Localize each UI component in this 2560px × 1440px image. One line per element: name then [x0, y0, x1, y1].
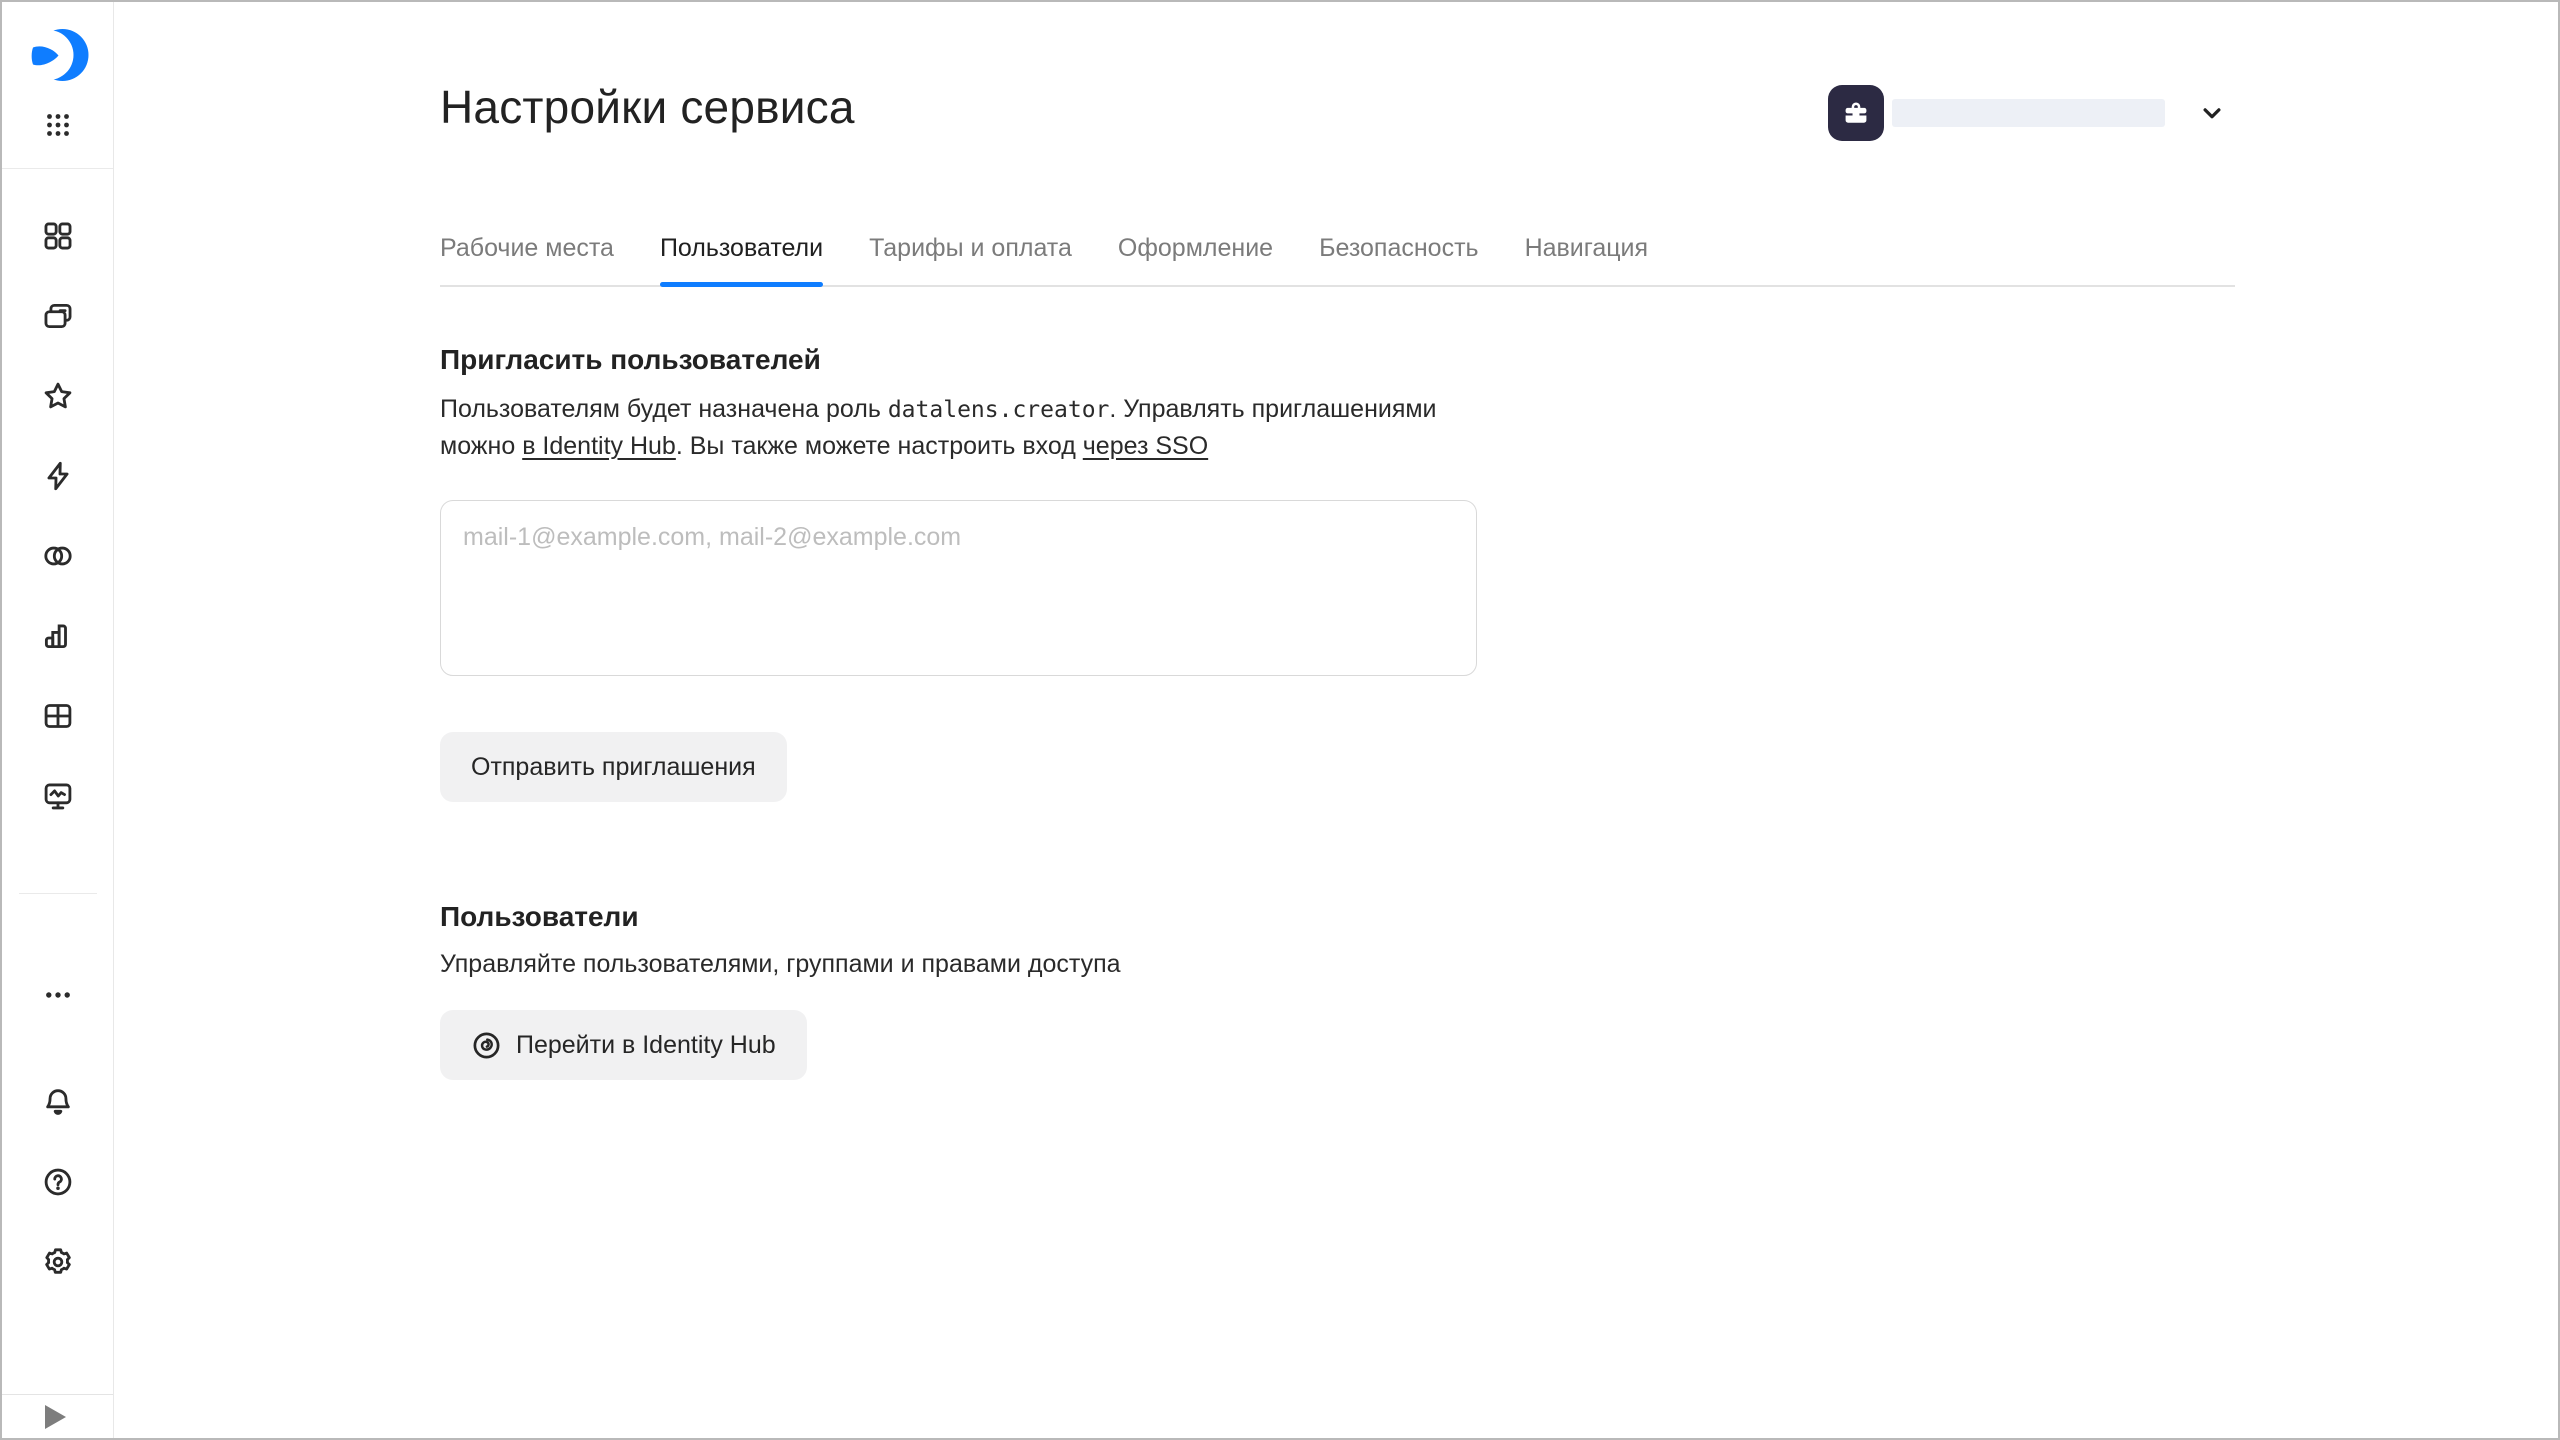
invite-section-description: Пользователям будет назначена роль datal…: [440, 391, 1540, 464]
page-title: Настройки сервиса: [440, 78, 855, 136]
dashboards-monitor-icon[interactable]: [41, 779, 75, 813]
editor-lightning-icon[interactable]: [41, 459, 75, 493]
sidebar-bottom: [41, 1085, 75, 1279]
favorites-star-icon[interactable]: [41, 379, 75, 413]
settings-tabs: Рабочие места Пользователи Тарифы и опла…: [440, 233, 2235, 287]
invite-section-heading: Пригласить пользователей: [440, 341, 2235, 379]
datasets-table-icon[interactable]: [41, 699, 75, 733]
charts-icon[interactable]: [41, 619, 75, 653]
connections-icon[interactable]: [41, 539, 75, 573]
tab-workspaces[interactable]: Рабочие места: [440, 233, 614, 285]
users-section-description: Управляйте пользователями, группами и пр…: [440, 946, 1540, 982]
sidebar-nav: [19, 219, 97, 1012]
invite-emails-input[interactable]: [440, 500, 1477, 676]
datalens-logo[interactable]: [27, 24, 89, 86]
go-to-identity-hub-button[interactable]: Перейти в Identity Hub: [440, 1010, 807, 1080]
tab-security[interactable]: Безопасность: [1319, 233, 1478, 285]
users-section: Пользователи Управляйте пользователями, …: [440, 898, 2235, 1080]
tab-appearance[interactable]: Оформление: [1118, 233, 1273, 285]
workspace-tile: [1828, 85, 1884, 141]
sidebar-divider: [2, 168, 113, 169]
role-code: datalens.creator: [888, 397, 1110, 423]
more-ellipsis-icon[interactable]: [41, 978, 75, 1012]
expand-sidebar-arrow-icon: [45, 1405, 66, 1429]
identity-hub-link[interactable]: в Identity Hub: [522, 432, 676, 460]
sidebar-footer[interactable]: [2, 1394, 113, 1438]
collections-icon[interactable]: [41, 299, 75, 333]
sidebar: [2, 2, 114, 1438]
send-invitations-button[interactable]: Отправить приглашения: [440, 732, 787, 802]
chevron-down-icon[interactable]: [2197, 98, 2227, 128]
main-area: Настройки сервиса Рабочие м: [115, 2, 2558, 1438]
sidebar-divider: [19, 893, 97, 894]
invite-users-section: Пригласить пользователей Пользователям б…: [440, 341, 2235, 802]
workspace-name-loading-skeleton: [1892, 99, 2165, 127]
apps-grid-icon[interactable]: [41, 108, 75, 142]
notifications-bell-icon[interactable]: [41, 1085, 75, 1119]
tab-navigation[interactable]: Навигация: [1525, 233, 1649, 285]
sso-link[interactable]: через SSO: [1083, 432, 1208, 460]
workbooks-grid-icon[interactable]: [41, 219, 75, 253]
workspace-switcher[interactable]: [1828, 85, 2235, 141]
sidebar-top: [2, 2, 113, 169]
briefcase-icon: [1840, 97, 1872, 129]
tab-users[interactable]: Пользователи: [660, 233, 823, 285]
tab-billing[interactable]: Тарифы и оплата: [869, 233, 1072, 285]
settings-gear-icon[interactable]: [41, 1245, 75, 1279]
help-question-icon[interactable]: [41, 1165, 75, 1199]
go-to-identity-hub-label: Перейти в Identity Hub: [516, 1031, 776, 1060]
identity-hub-icon: [471, 1030, 502, 1061]
users-section-heading: Пользователи: [440, 898, 2235, 936]
page-header: Настройки сервиса: [440, 2, 2235, 141]
